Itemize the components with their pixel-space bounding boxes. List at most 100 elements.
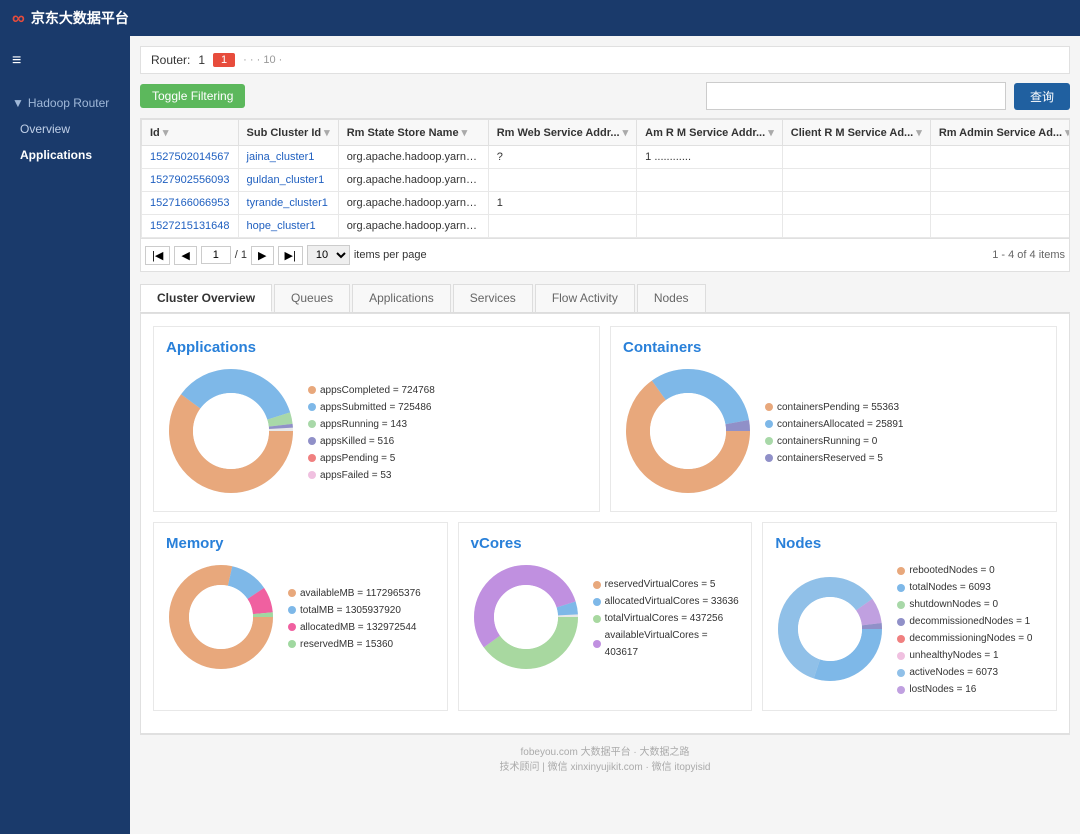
legend-dot (897, 669, 905, 677)
legend-label: totalVirtualCores = 437256 (605, 610, 724, 627)
memory-chart-content: availableMB = 1172965376totalMB = 130593… (166, 562, 435, 675)
cluster-tab-queues[interactable]: Queues (274, 284, 350, 312)
sidebar-item-applications[interactable]: Applications (0, 142, 130, 168)
legend-item: availableMB = 1172965376 (288, 585, 421, 602)
legend-label: reservedMB = 15360 (300, 636, 393, 653)
cluster-tab-flow-activity[interactable]: Flow Activity (535, 284, 635, 312)
legend-item: containersRunning = 0 (765, 433, 903, 450)
vcores-legend: reservedVirtualCores = 5allocatedVirtual… (593, 576, 740, 661)
legend-item: appsPending = 5 (308, 450, 435, 467)
legend-item: decommissioningNodes = 0 (897, 630, 1032, 647)
pagination-summary: 1 - 4 of 4 items (992, 249, 1065, 261)
containers-donut (623, 366, 753, 499)
legend-item: totalVirtualCores = 437256 (593, 610, 740, 627)
col-client-rm[interactable]: Client R M Service Ad... ▾ (782, 120, 930, 146)
cluster-tab-nodes[interactable]: Nodes (637, 284, 706, 312)
prev-page-button[interactable]: ◀ (174, 246, 196, 265)
col-id[interactable]: Id ▾ (142, 120, 239, 146)
legend-dot (897, 618, 905, 626)
legend-dot (308, 386, 316, 394)
per-page-select[interactable]: 10 20 50 (307, 245, 350, 265)
cluster-tab-services[interactable]: Services (453, 284, 533, 312)
legend-dot (593, 581, 601, 589)
legend-label: reservedVirtualCores = 5 (605, 576, 716, 593)
menu-icon[interactable]: ≡ (0, 44, 130, 78)
nodes-donut (775, 574, 885, 687)
page-input[interactable] (201, 246, 231, 264)
legend-label: containersPending = 55363 (777, 399, 899, 416)
memory-donut (166, 562, 276, 675)
cluster-tabs: Cluster OverviewQueuesApplicationsServic… (140, 284, 1070, 313)
legend-label: totalMB = 1305937920 (300, 602, 401, 619)
footer: fobeyou.com 大数据平台 · 大数据之路 技术顾问 | 微信 xinx… (140, 734, 1070, 781)
legend-item: containersPending = 55363 (765, 399, 903, 416)
table-wrapper: Id ▾ Sub Cluster Id ▾ Rm State Store Nam… (140, 118, 1070, 239)
section-label: Hadoop Router (28, 96, 109, 110)
legend-item: availableVirtualCores = 403617 (593, 627, 740, 661)
legend-dot (897, 567, 905, 575)
toggle-filtering-button[interactable]: Toggle Filtering (140, 84, 245, 108)
containers-legend: containersPending = 55363containersAlloc… (765, 399, 903, 467)
legend-item: appsCompleted = 724768 (308, 382, 435, 399)
legend-label: lostNodes = 16 (909, 681, 976, 698)
containers-chart-title: Containers (623, 339, 1044, 356)
nodes-chart-title: Nodes (775, 535, 1044, 552)
legend-dot (308, 471, 316, 479)
sidebar-item-overview[interactable]: Overview (0, 116, 130, 142)
next-page-button[interactable]: ▶ (251, 246, 273, 265)
table-row: 1527215131648hope_cluster1org.apache.had… (142, 215, 1071, 238)
vcores-donut (471, 562, 581, 675)
search-input[interactable] (706, 82, 1006, 110)
table-row: 1527502014567jaina_cluster1org.apache.ha… (142, 146, 1071, 169)
legend-item: lostNodes = 16 (897, 681, 1032, 698)
table-row: 1527166066953tyrande_cluster1org.apache.… (142, 192, 1071, 215)
footer-line2: 技术顾问 | 微信 xinxinyujikit.com · 微信 itopyis… (148, 758, 1062, 773)
router-table: Id ▾ Sub Cluster Id ▾ Rm State Store Nam… (141, 119, 1070, 238)
search-button[interactable]: 查询 (1014, 83, 1070, 110)
legend-item: reservedVirtualCores = 5 (593, 576, 740, 593)
legend-item: appsRunning = 143 (308, 416, 435, 433)
col-rm-web[interactable]: Rm Web Service Addr... ▾ (488, 120, 636, 146)
legend-item: containersAllocated = 25891 (765, 416, 903, 433)
legend-item: appsKilled = 516 (308, 433, 435, 450)
legend-dot (288, 606, 296, 614)
legend-label: appsFailed = 53 (320, 467, 391, 484)
col-rm-state[interactable]: Rm State Store Name ▾ (338, 120, 488, 146)
nodes-chart-card: Nodes rebootedNodes (762, 522, 1057, 711)
legend-label: allocatedMB = 132972544 (300, 619, 416, 636)
cluster-tab-applications[interactable]: Applications (352, 284, 451, 312)
legend-label: rebootedNodes = 0 (909, 562, 994, 579)
applications-legend: appsCompleted = 724768appsSubmitted = 72… (308, 382, 435, 484)
router-count: 1 (198, 53, 205, 67)
legend-dot (765, 420, 773, 428)
charts-row-1: Applications (153, 326, 1057, 512)
legend-item: allocatedMB = 132972544 (288, 619, 421, 636)
footer-line1: fobeyou.com 大数据平台 · 大数据之路 (148, 743, 1062, 758)
last-page-button[interactable]: ▶| (278, 246, 303, 265)
col-amrm[interactable]: Am R M Service Addr... ▾ (637, 120, 783, 146)
legend-dot (308, 454, 316, 462)
sidebar: ≡ ▼ Hadoop Router Overview Applications (0, 36, 130, 834)
col-rm-admin[interactable]: Rm Admin Service Ad... ▾ (930, 120, 1070, 146)
legend-label: activeNodes = 6073 (909, 664, 998, 681)
router-dots: · · · 10 · (243, 54, 282, 66)
applications-chart-title: Applications (166, 339, 587, 356)
col-sub-cluster-id[interactable]: Sub Cluster Id ▾ (238, 120, 338, 146)
applications-chart-card: Applications (153, 326, 600, 512)
logo-icon: ∞ (12, 8, 25, 29)
containers-chart-content: containersPending = 55363containersAlloc… (623, 366, 1044, 499)
legend-dot (765, 437, 773, 445)
table-row: 1527902556093guldan_cluster1org.apache.h… (142, 169, 1071, 192)
first-page-button[interactable]: |◀ (145, 246, 170, 265)
legend-item: appsFailed = 53 (308, 467, 435, 484)
toolbar: Toggle Filtering 查询 (140, 82, 1070, 110)
table-body: 1527502014567jaina_cluster1org.apache.ha… (142, 146, 1071, 238)
legend-label: appsSubmitted = 725486 (320, 399, 431, 416)
charts-section: Applications (140, 313, 1070, 734)
sidebar-section-title[interactable]: ▼ Hadoop Router (0, 90, 130, 116)
sidebar-section: ▼ Hadoop Router Overview Applications (0, 90, 130, 168)
legend-label: containersReserved = 5 (777, 450, 883, 467)
cluster-tab-cluster-overview[interactable]: Cluster Overview (140, 284, 272, 312)
legend-item: activeNodes = 6073 (897, 664, 1032, 681)
top-header: ∞ 京东大数据平台 (0, 0, 1080, 36)
